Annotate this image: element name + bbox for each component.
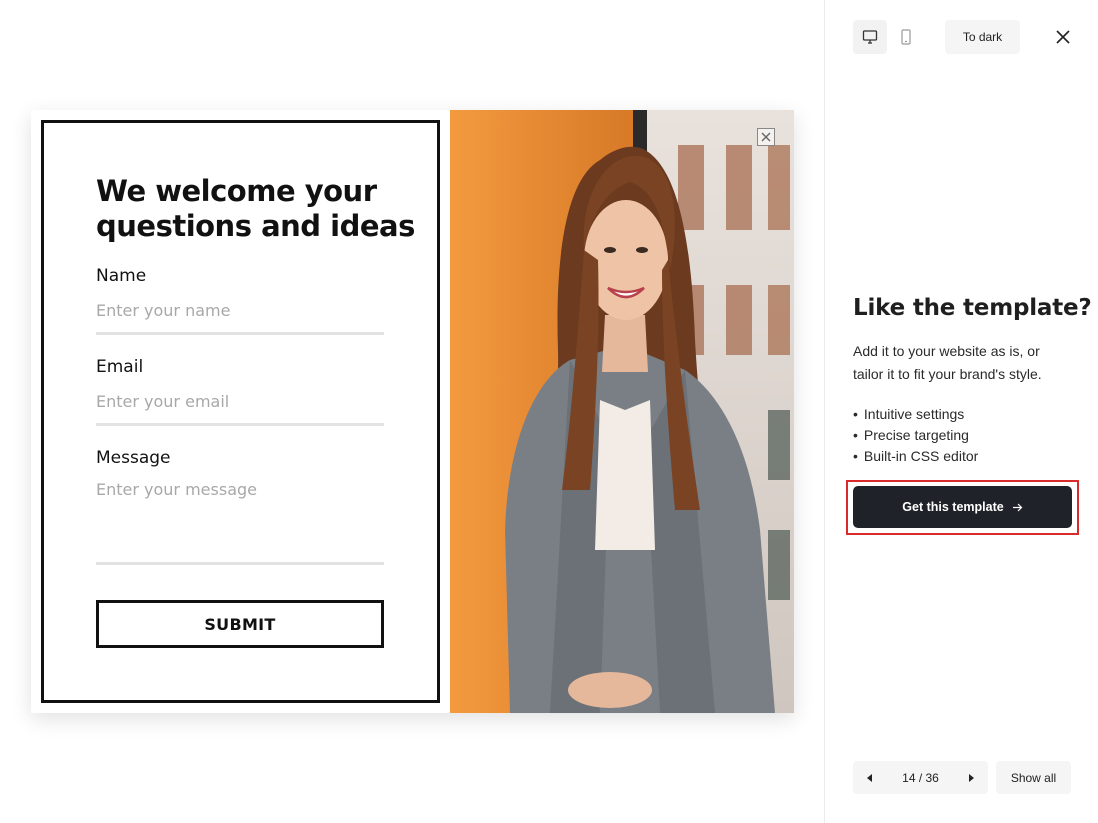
form-title: We welcome your questions and ideas bbox=[96, 174, 415, 243]
close-icon bbox=[761, 132, 771, 142]
portrait-illustration bbox=[450, 110, 794, 713]
email-underline bbox=[96, 423, 384, 426]
get-template-button[interactable]: Get this template bbox=[853, 486, 1072, 528]
mobile-view-button[interactable] bbox=[889, 20, 923, 54]
template-sidebar: To dark Like the template? Add it to you… bbox=[824, 0, 1098, 823]
feature-item: Intuitive settings bbox=[853, 404, 978, 425]
email-input[interactable] bbox=[96, 387, 384, 415]
message-label: Message bbox=[96, 448, 171, 468]
template-pager: 14 / 36 bbox=[853, 761, 988, 794]
contact-form-panel: We welcome your questions and ideas Name… bbox=[31, 110, 450, 713]
close-preview-button[interactable] bbox=[1050, 24, 1076, 50]
submit-button[interactable]: SUBMIT bbox=[96, 600, 384, 648]
sidebar-description: Add it to your website as is, or tailor … bbox=[853, 343, 1042, 382]
sidebar-title: Like the template? bbox=[853, 295, 1092, 321]
desktop-icon bbox=[862, 30, 878, 44]
feature-list: Intuitive settings Precise targeting Bui… bbox=[853, 404, 978, 467]
popup-close-button[interactable] bbox=[757, 128, 775, 146]
triangle-left-icon bbox=[866, 773, 872, 782]
close-icon bbox=[1056, 30, 1070, 44]
show-all-button[interactable]: Show all bbox=[996, 761, 1071, 794]
arrow-right-icon bbox=[1012, 503, 1023, 511]
message-underline bbox=[96, 562, 384, 565]
get-template-label: Get this template bbox=[902, 500, 1004, 514]
email-label: Email bbox=[96, 357, 144, 377]
next-template-button[interactable] bbox=[955, 761, 988, 794]
message-textarea[interactable] bbox=[96, 480, 384, 550]
template-preview-page: We welcome your questions and ideas Name… bbox=[0, 0, 1098, 823]
name-underline bbox=[96, 332, 384, 335]
feature-item: Built-in CSS editor bbox=[853, 446, 978, 467]
name-label: Name bbox=[96, 266, 147, 286]
feature-item: Precise targeting bbox=[853, 425, 978, 446]
mobile-icon bbox=[901, 29, 911, 45]
portrait-photo bbox=[450, 110, 794, 713]
name-input[interactable] bbox=[96, 296, 384, 324]
prev-template-button[interactable] bbox=[853, 761, 886, 794]
popup-preview: We welcome your questions and ideas Name… bbox=[31, 110, 794, 713]
to-dark-button[interactable]: To dark bbox=[945, 20, 1020, 54]
pager-count: 14 / 36 bbox=[902, 770, 939, 785]
desktop-view-button[interactable] bbox=[853, 20, 887, 54]
triangle-right-icon bbox=[969, 773, 975, 782]
